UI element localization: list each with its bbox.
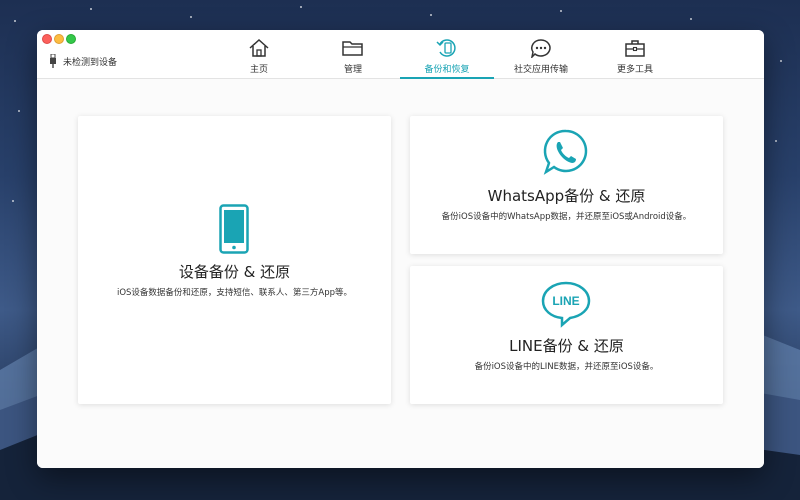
tab-social-transfer-label: 社交应用传输 [513,65,568,75]
device-backup-description: iOS设备数据备份和还原，支持短信、联系人、第三方App等。 [116,288,353,298]
whatsapp-text: WhatsApp备份 & 还原 备份iOS设备中的WhatsApp数据，并还原至… [410,185,723,222]
whatsapp-title: WhatsApp备份 & 还原 [487,187,646,205]
maximize-window-button[interactable] [66,34,76,44]
star [300,6,302,8]
star [775,140,777,142]
device-status: 未检测到设备 [49,54,117,68]
minimize-window-button[interactable] [54,34,64,44]
star [14,20,16,22]
app-window: 未检测到设备 主页 管理 备份和恢复 社交应用传输 更多工具 设备备份 & 还原… [37,30,764,468]
star [560,10,562,12]
device-status-label: 未检测到设备 [63,57,118,68]
star [190,16,192,18]
device-backup-title: 设备备份 & 还原 [178,263,291,281]
main-content: 设备备份 & 还原 iOS设备数据备份和还原，支持短信、联系人、第三方App等。… [37,79,764,468]
star [430,14,432,16]
line-icon: LINE [541,281,591,328]
whatsapp-description: 备份iOS设备中的WhatsApp数据，并还原至iOS或Android设备。 [441,212,692,222]
line-icon-text: LINE [552,294,579,308]
star [780,60,782,62]
tab-home[interactable]: 主页 [212,30,306,78]
line-backup-card[interactable]: LINE LINE备份 & 还原 备份iOS设备中的LINE数据，并还原至iOS… [410,266,723,404]
title-bar: 未检测到设备 主页 管理 备份和恢复 社交应用传输 更多工具 [37,30,764,79]
toolbox-icon [625,40,645,57]
home-icon [249,38,269,57]
line-text: LINE备份 & 还原 备份iOS设备中的LINE数据，并还原至iOS设备。 [410,335,723,372]
close-window-button[interactable] [42,34,52,44]
tab-more-tools-label: 更多工具 [616,65,653,75]
tab-social-transfer[interactable]: 社交应用传输 [494,30,588,78]
tab-backup-restore[interactable]: 备份和恢复 [400,30,494,79]
star [690,18,692,20]
chat-bubble-icon [531,39,551,58]
phone-icon [219,204,249,254]
whatsapp-backup-card[interactable]: WhatsApp备份 & 还原 备份iOS设备中的WhatsApp数据，并还原至… [410,116,723,254]
device-backup-text: 设备备份 & 还原 iOS设备数据备份和还原，支持短信、联系人、第三方App等。 [78,261,391,298]
backup-restore-icon [436,39,456,57]
tab-manage-label: 管理 [343,65,362,75]
line-description: 备份iOS设备中的LINE数据，并还原至iOS设备。 [474,362,659,372]
star [18,110,20,112]
folder-icon [342,41,363,56]
tab-manage[interactable]: 管理 [306,30,400,78]
whatsapp-icon [543,129,588,175]
star [90,8,92,10]
device-backup-card[interactable]: 设备备份 & 还原 iOS设备数据备份和还原，支持短信、联系人、第三方App等。 [78,116,391,404]
usb-plug-icon [50,54,56,68]
line-title: LINE备份 & 还原 [509,337,624,355]
tab-backup-restore-label: 备份和恢复 [424,65,470,75]
star [12,200,14,202]
tab-more-tools[interactable]: 更多工具 [588,30,682,78]
tab-home-label: 主页 [249,65,268,75]
